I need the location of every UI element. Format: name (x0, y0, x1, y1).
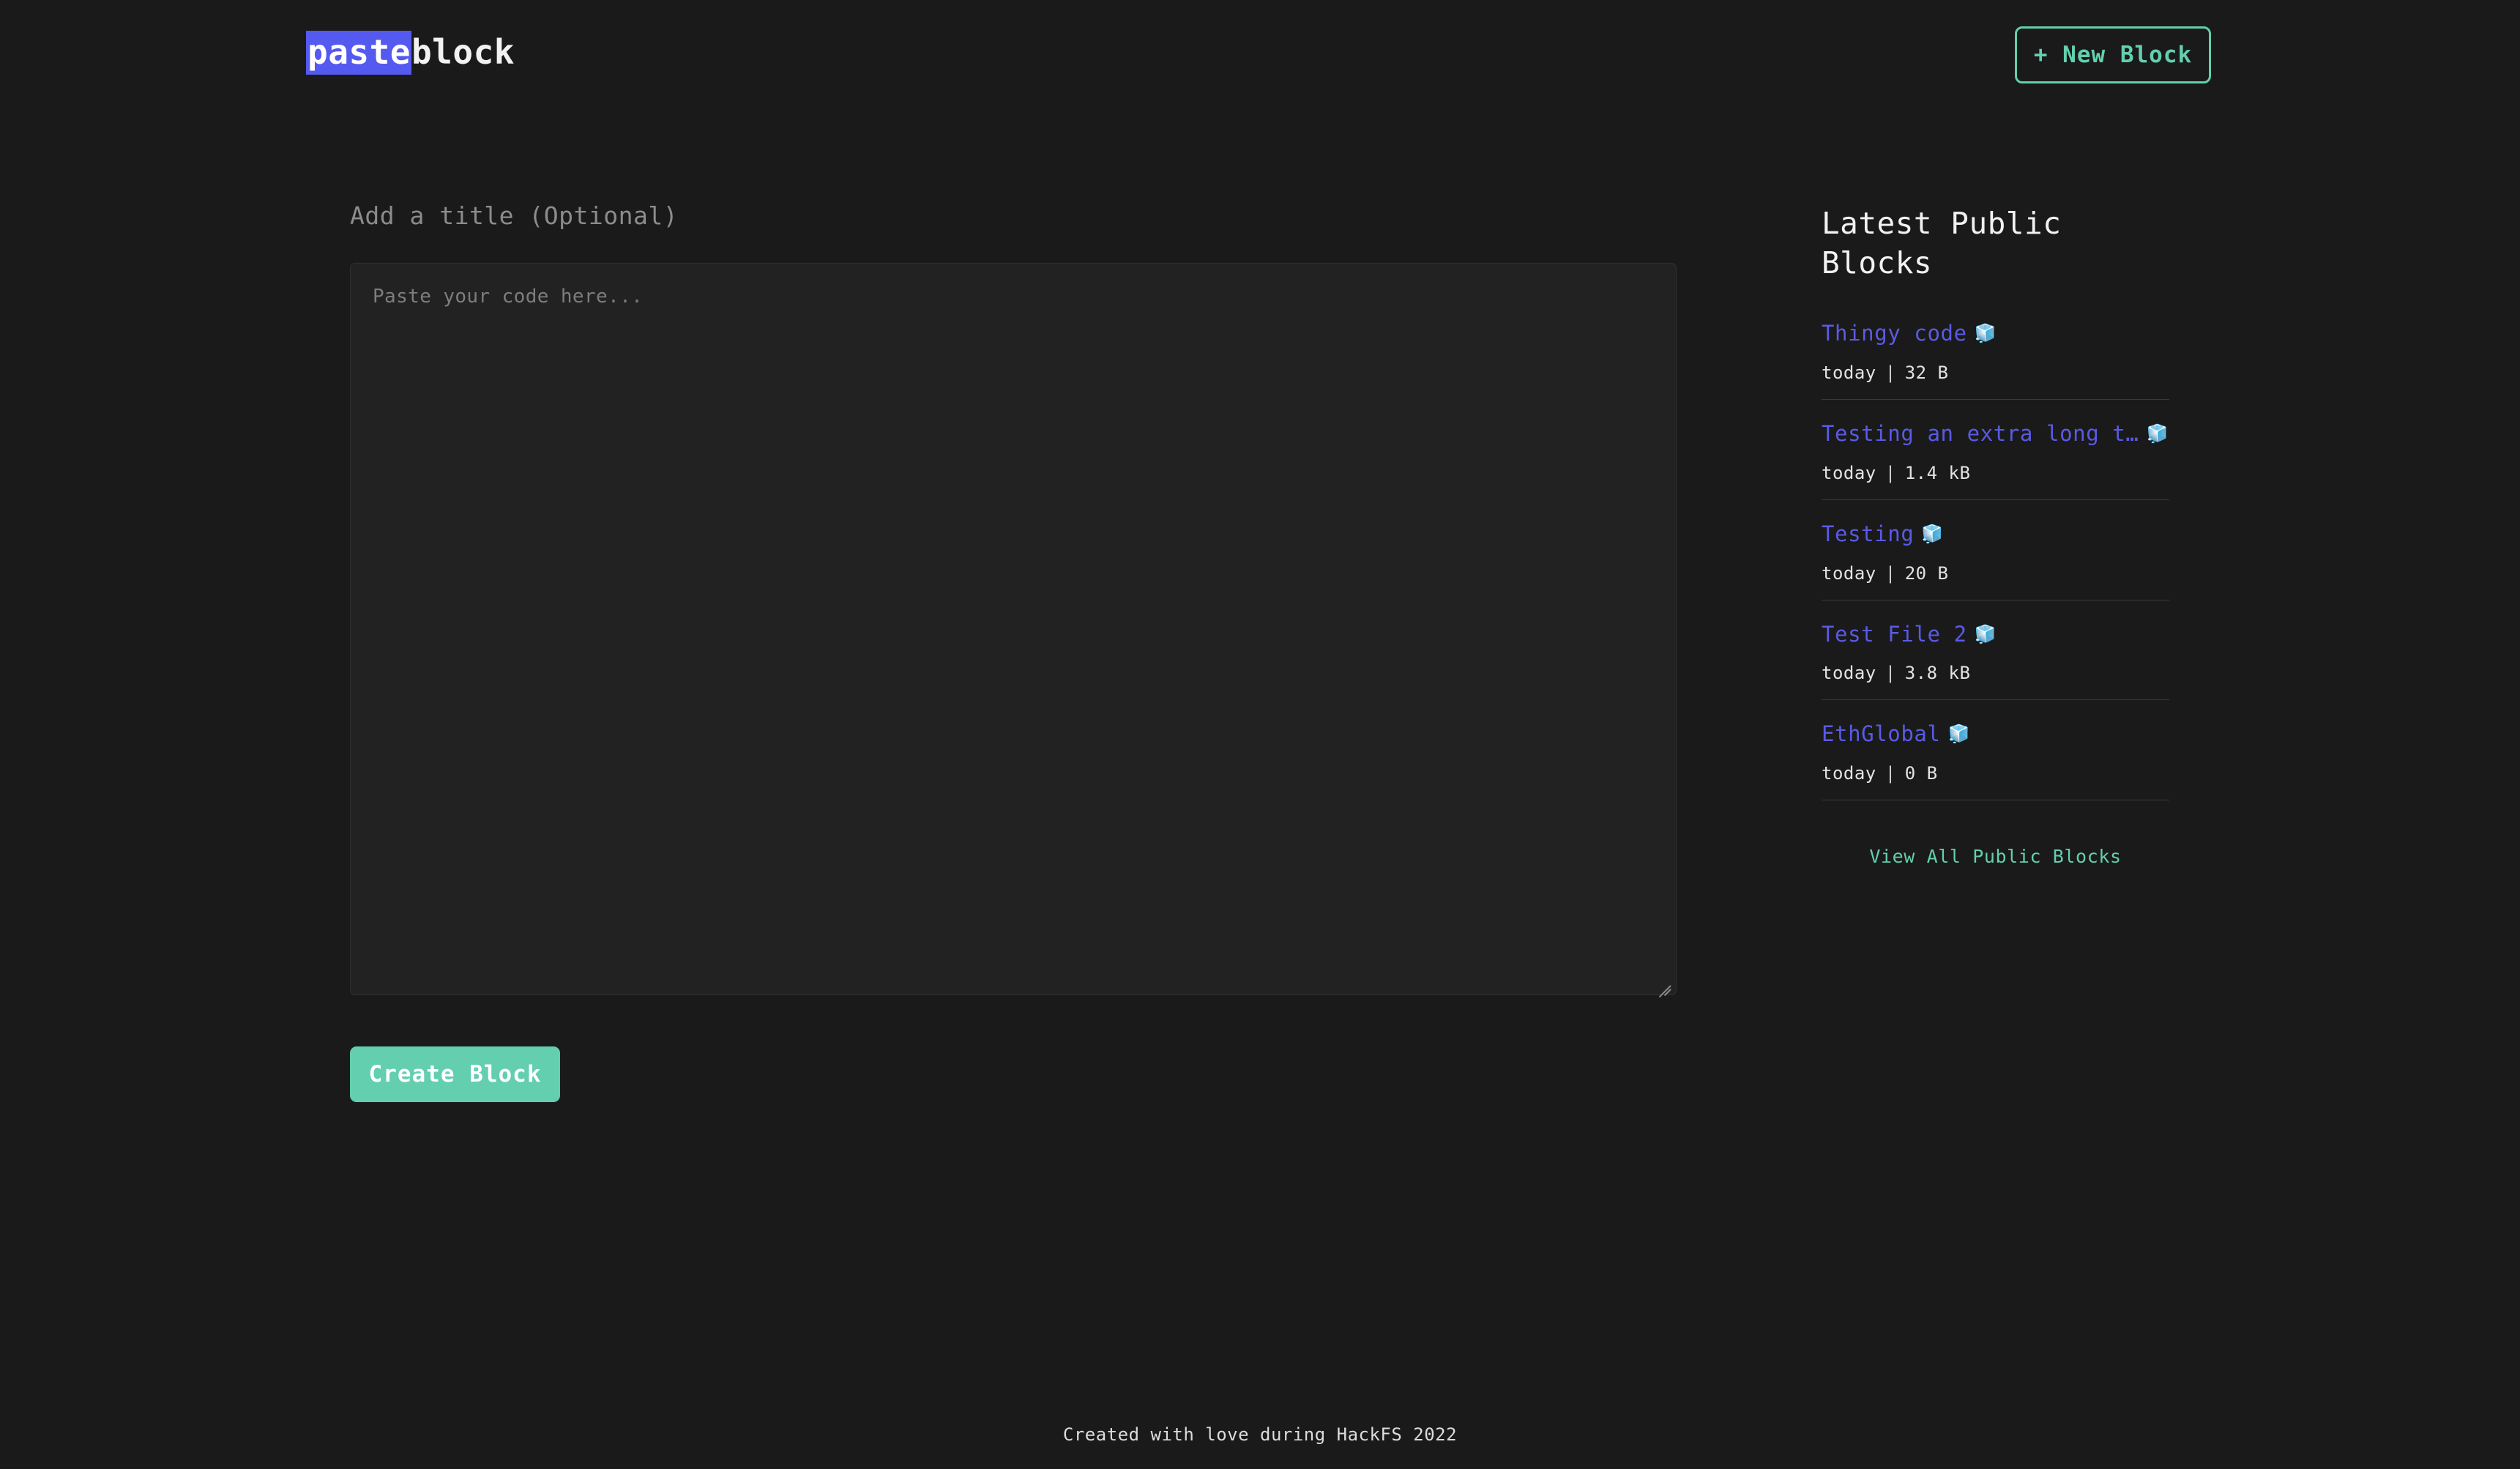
brand-logo[interactable]: pasteblock (306, 31, 515, 75)
public-blocks-list: Thingy code 🧊 today | 32 B Testing an extra… (1822, 321, 2169, 801)
list-item: Testing an extra long t… 🧊 today | 1.4 kB (1822, 421, 2169, 500)
list-item: Testing 🧊 today | 20 B (1822, 521, 2169, 600)
block-title: Test File 2 (1822, 621, 1967, 647)
block-date: today (1822, 462, 1876, 483)
block-link[interactable]: Testing 🧊 (1822, 521, 2169, 547)
block-size: 32 B (1904, 362, 1949, 384)
block-size: 1.4 kB (1904, 462, 1971, 483)
title-input[interactable] (350, 194, 1677, 237)
block-date: today (1822, 562, 1876, 584)
block-size: 0 B (1904, 763, 1938, 784)
block-title: EthGlobal (1822, 721, 1941, 747)
block-title: Testing an extra long t… (1822, 421, 2139, 447)
create-block-button[interactable]: Create Block (350, 1046, 560, 1102)
view-all-public-blocks-link[interactable]: View All Public Blocks (1822, 846, 2169, 867)
block-meta: today | 1.4 kB (1822, 463, 2169, 483)
cube-icon: 🧊 (2146, 423, 2169, 445)
app-root: pasteblock + New Block Create Block Late… (0, 0, 2520, 1469)
footer-text: Created with love during HackFS 2022 (1062, 1424, 1458, 1445)
block-link[interactable]: Testing an extra long t… 🧊 (1822, 421, 2169, 447)
block-date: today (1822, 362, 1876, 384)
block-composer: Create Block (350, 194, 1677, 1102)
cube-icon: 🧊 (1947, 724, 1971, 745)
block-link[interactable]: Test File 2 🧊 (1822, 622, 2169, 647)
list-item: Thingy code 🧊 today | 32 B (1822, 321, 2169, 401)
sidebar-title: Latest Public Blocks (1822, 206, 2062, 281)
block-meta: today | 0 B (1822, 763, 2169, 784)
block-link[interactable]: Thingy code 🧊 (1822, 321, 2169, 346)
brand-logo-rest: block (411, 32, 515, 72)
block-meta: today | 3.8 kB (1822, 663, 2169, 683)
block-title: Thingy code (1822, 321, 1967, 346)
block-link[interactable]: EthGlobal 🧊 (1822, 721, 2169, 747)
meta-separator: | (1885, 663, 1896, 684)
meta-separator: | (1885, 362, 1896, 384)
block-meta: today | 20 B (1822, 563, 2169, 584)
cube-icon: 🧊 (1921, 523, 1944, 544)
block-size: 3.8 kB (1904, 663, 1971, 684)
block-size: 20 B (1904, 562, 1949, 584)
block-date: today (1822, 763, 1876, 784)
latest-public-blocks-panel: Latest Public Blocks Thingy code 🧊 today |… (1822, 204, 2169, 867)
brand-logo-accent: paste (306, 31, 411, 75)
block-title: Testing (1822, 521, 1915, 546)
list-item: EthGlobal 🧊 today | 0 B (1822, 721, 2169, 801)
code-textarea[interactable] (350, 263, 1677, 995)
cube-icon: 🧊 (1974, 323, 1997, 344)
block-meta: today | 32 B (1822, 362, 2169, 383)
meta-separator: | (1885, 763, 1896, 784)
meta-separator: | (1885, 562, 1896, 584)
cube-icon: 🧊 (1974, 623, 1997, 644)
list-item: Test File 2 🧊 today | 3.8 kB (1822, 622, 2169, 701)
meta-separator: | (1885, 462, 1896, 483)
code-textarea-wrapper (350, 263, 1677, 998)
site-footer: Created with love during HackFS 2022 (0, 1424, 2520, 1445)
block-date: today (1822, 663, 1876, 684)
new-block-button[interactable]: + New Block (2015, 26, 2211, 83)
site-header: pasteblock + New Block (0, 0, 2520, 114)
